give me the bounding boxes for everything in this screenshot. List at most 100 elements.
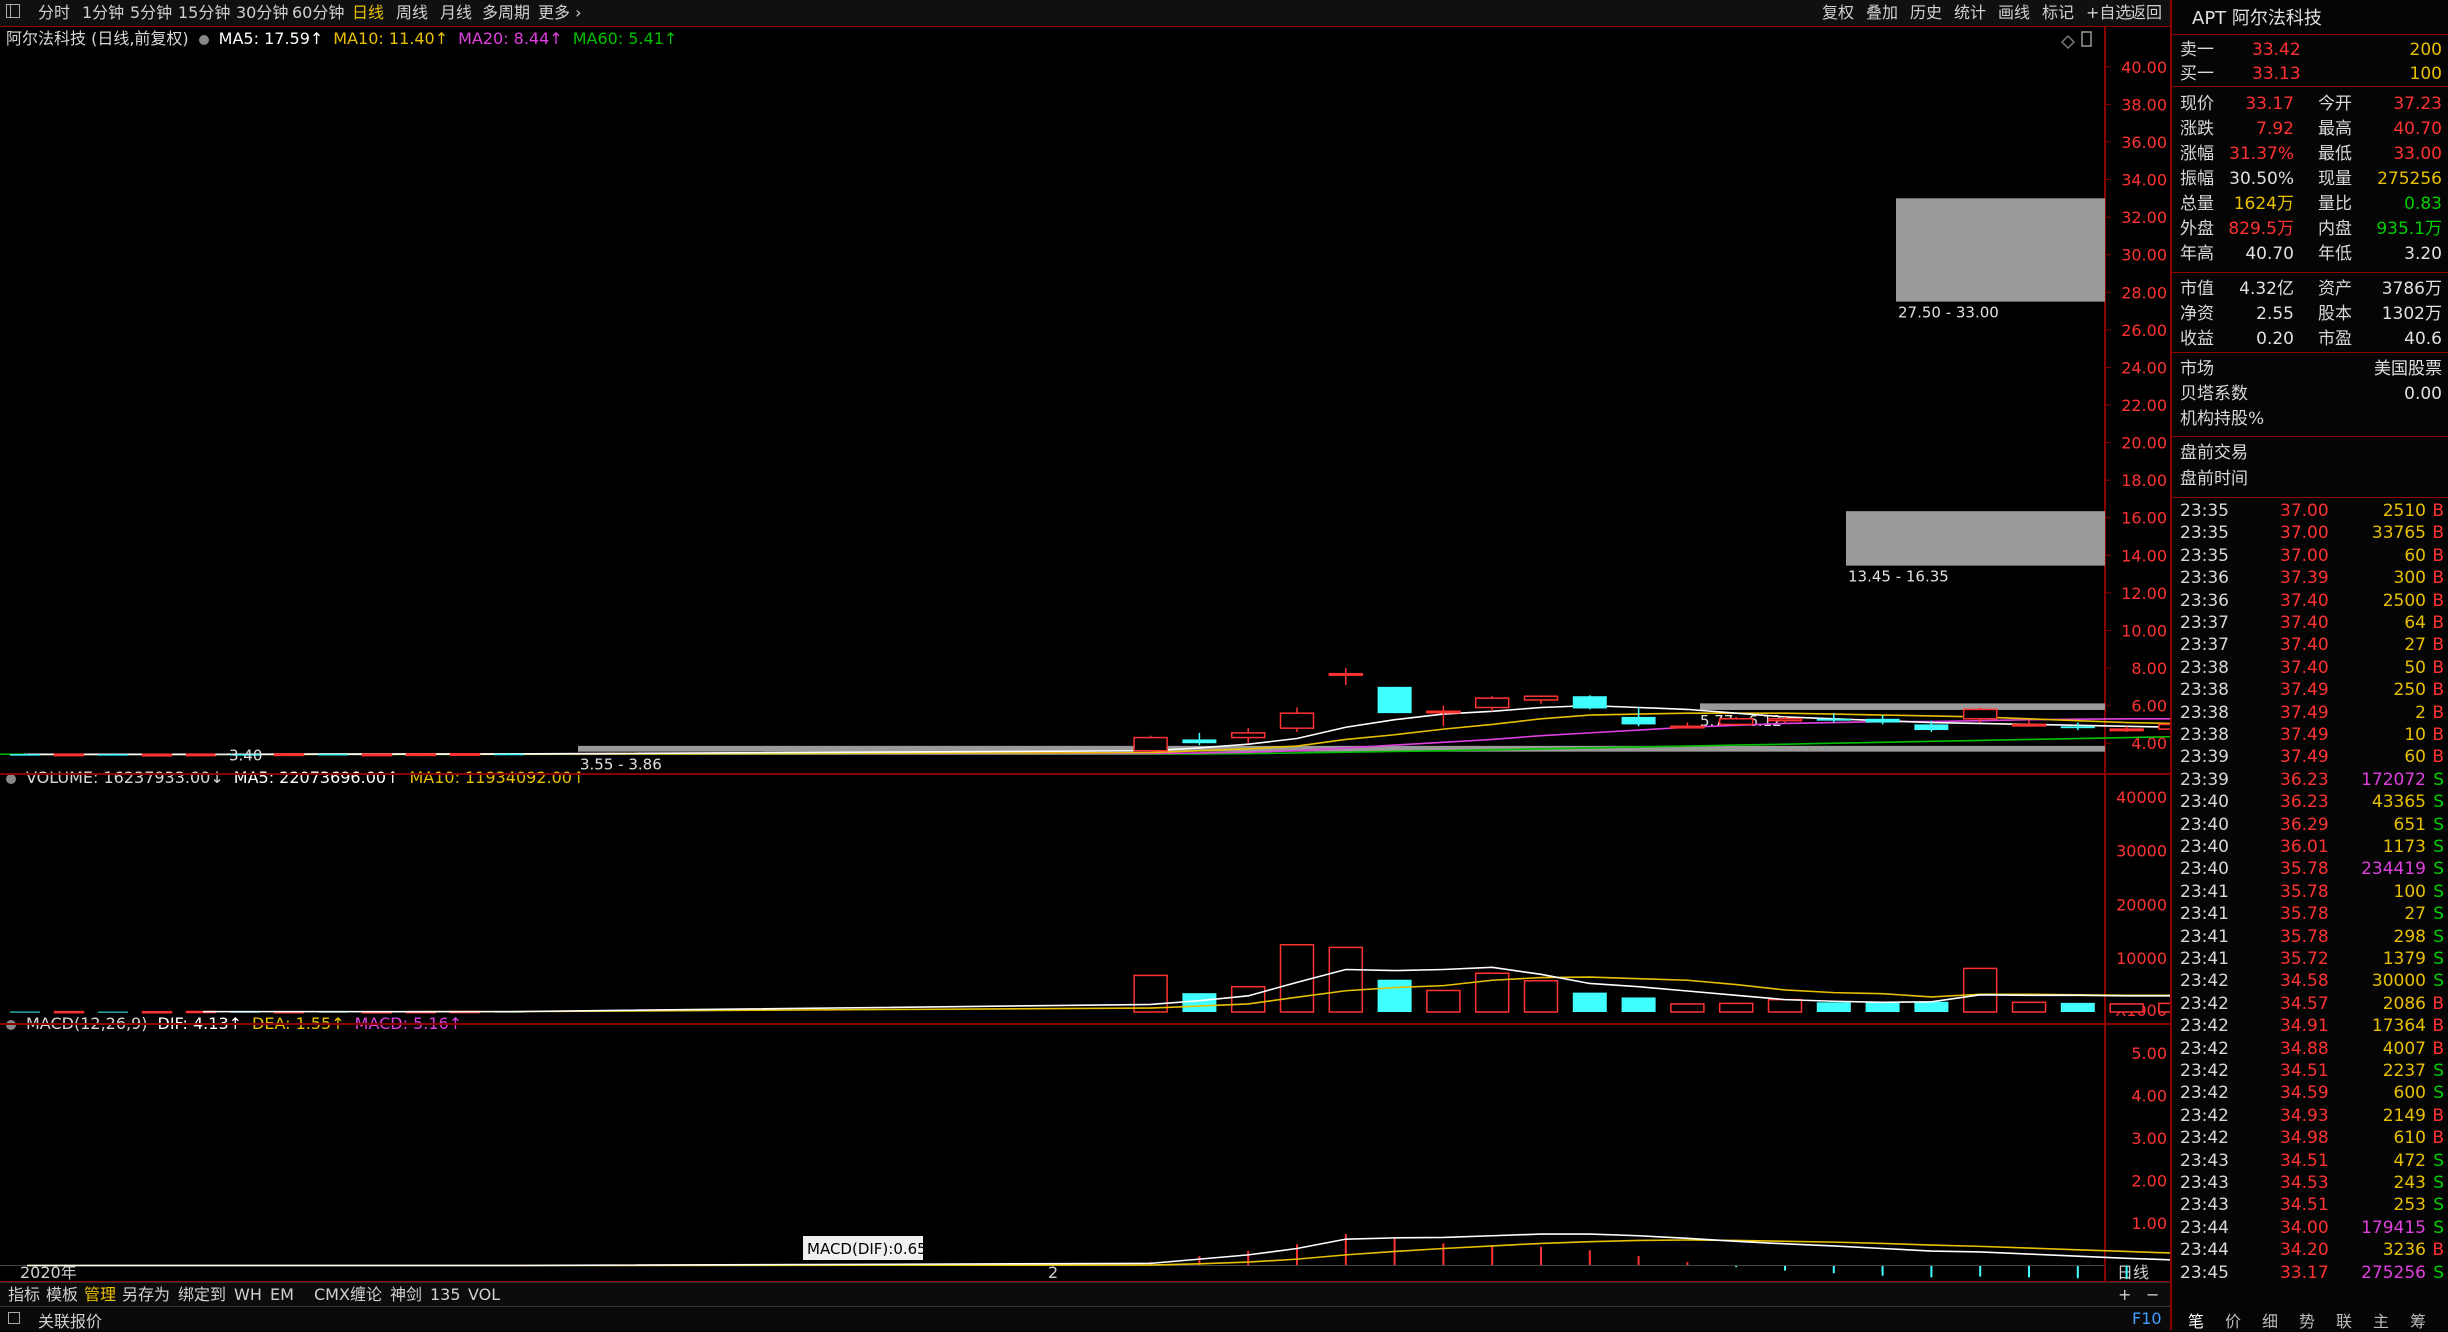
- indicator-tool-button[interactable]: 另存为: [122, 1285, 170, 1305]
- indicator-tool-button[interactable]: 135: [430, 1285, 461, 1305]
- quote-tab[interactable]: 笔: [2188, 1308, 2204, 1332]
- volume-bar[interactable]: [1279, 943, 1315, 1013]
- indicator-tool-button[interactable]: 神剑: [390, 1285, 422, 1305]
- chart-tool-button[interactable]: 统计: [1954, 2, 1986, 24]
- candle-body[interactable]: [1718, 718, 1754, 726]
- candle-body[interactable]: [1474, 697, 1510, 709]
- candle-body[interactable]: [1426, 710, 1461, 714]
- volume-bar[interactable]: [1523, 980, 1559, 1013]
- period-button[interactable]: 日线: [352, 2, 384, 24]
- candle-body[interactable]: [1377, 686, 1412, 714]
- indicator-tool-button[interactable]: WH: [234, 1285, 262, 1305]
- candle-body[interactable]: [405, 753, 437, 757]
- candle-body[interactable]: [1182, 739, 1217, 744]
- period-button[interactable]: 30分钟: [236, 2, 288, 24]
- volume-bar[interactable]: [1718, 1002, 1754, 1013]
- chart-tool-button[interactable]: 标记: [2042, 2, 2074, 24]
- candle-body[interactable]: [98, 754, 128, 756]
- candle-body[interactable]: [1230, 732, 1266, 739]
- candle-body[interactable]: [53, 753, 85, 757]
- period-button[interactable]: 15分钟: [178, 2, 230, 24]
- indicator-tool-button[interactable]: 缠论: [350, 1285, 382, 1305]
- volume-bar[interactable]: [141, 1010, 173, 1014]
- volume-bar[interactable]: [1816, 1002, 1851, 1012]
- candle-body[interactable]: [1523, 695, 1559, 701]
- candle-body[interactable]: [1133, 736, 1168, 752]
- indicator-tool-button[interactable]: 绑定到: [178, 1285, 226, 1305]
- period-button[interactable]: 周线: [396, 2, 428, 24]
- indicator-tool-button[interactable]: CMX: [314, 1285, 350, 1305]
- candle-body[interactable]: [141, 753, 173, 757]
- volume-bar[interactable]: [53, 1010, 85, 1014]
- volume-bar[interactable]: [1133, 974, 1168, 1013]
- indicator-tool-button[interactable]: EM: [270, 1285, 294, 1305]
- zoom-out-icon[interactable]: −: [2146, 1285, 2159, 1305]
- candle-body[interactable]: [1865, 718, 1900, 723]
- candle-body[interactable]: [185, 753, 217, 757]
- quote-tab[interactable]: 细: [2262, 1308, 2278, 1332]
- volume-bar[interactable]: [1962, 967, 1998, 1013]
- chart-tool-button[interactable]: 画线: [1998, 2, 2030, 24]
- quote-tab[interactable]: 主: [2373, 1308, 2389, 1332]
- candle-body[interactable]: [449, 752, 481, 756]
- candle-body[interactable]: [1328, 672, 1364, 676]
- volume-bar[interactable]: [1767, 998, 1803, 1013]
- candle-body[interactable]: [1670, 725, 1705, 729]
- candle-body[interactable]: [318, 753, 348, 756]
- chart-tool-button[interactable]: +自选: [2086, 2, 2131, 24]
- candle-body[interactable]: [361, 753, 393, 757]
- candle-body[interactable]: [2158, 723, 2170, 730]
- volume-bar[interactable]: [1572, 992, 1607, 1012]
- volume-bar[interactable]: [98, 1011, 128, 1013]
- candle-body[interactable]: [1767, 718, 1803, 722]
- period-button[interactable]: 分时: [38, 2, 70, 24]
- volume-bar[interactable]: [1426, 989, 1461, 1013]
- volume-bar[interactable]: [1670, 1003, 1705, 1013]
- f10-button[interactable]: F10: [2132, 1309, 2162, 1328]
- tick-list[interactable]: 23:35 37.00 2510 B 23:35 37.00 33765 B 23:35 37.0…: [2172, 500, 2448, 1284]
- candle-body[interactable]: [2060, 726, 2095, 729]
- candle-body[interactable]: [1279, 712, 1315, 729]
- kline-chart[interactable]: 40.00 38.00 36.00 34.00 32.00 30.00 28.00 26.00…: [0, 26, 2170, 1282]
- period-button[interactable]: 多周期: [482, 2, 530, 24]
- candle-body[interactable]: [1621, 716, 1656, 725]
- panel-icon[interactable]: [2081, 31, 2092, 47]
- period-button[interactable]: 1分钟: [82, 2, 124, 24]
- volume-bar[interactable]: [2011, 1001, 2047, 1013]
- period-button[interactable]: 月线: [440, 2, 472, 24]
- quote-tab[interactable]: 价: [2225, 1308, 2241, 1332]
- window-layout-icon[interactable]: [6, 4, 20, 18]
- indicator-tool-button[interactable]: 管理: [84, 1285, 116, 1305]
- period-button[interactable]: 5分钟: [130, 2, 172, 24]
- indicator-tool-button[interactable]: 模板: [46, 1285, 78, 1305]
- period-button[interactable]: 60分钟: [292, 2, 344, 24]
- volume-bar[interactable]: [2158, 1002, 2170, 1013]
- candle-body[interactable]: [1962, 708, 1998, 720]
- chart-tool-button[interactable]: 历史: [1910, 2, 1942, 24]
- quote-tab[interactable]: 筹: [2410, 1308, 2426, 1332]
- volume-bar[interactable]: [1621, 997, 1656, 1012]
- panel-toggle-icon[interactable]: [8, 1312, 20, 1324]
- period-button[interactable]: 更多 ›: [538, 2, 582, 24]
- candle-body[interactable]: [1816, 718, 1851, 721]
- volume-bar[interactable]: [1182, 993, 1217, 1012]
- indicator-tool-button[interactable]: 指标: [8, 1285, 40, 1305]
- volume-bar[interactable]: [1230, 985, 1266, 1013]
- chart-tool-button[interactable]: 返回: [2130, 2, 2162, 24]
- volume-bar[interactable]: [2109, 1003, 2144, 1013]
- diamond-icon[interactable]: [2060, 34, 2076, 50]
- volume-bar[interactable]: [1377, 979, 1412, 1012]
- volume-bar[interactable]: [2060, 1002, 2095, 1012]
- candle-body[interactable]: [2109, 728, 2144, 732]
- candle-body[interactable]: [273, 753, 305, 757]
- indicator-tool-button[interactable]: VOL: [468, 1285, 500, 1305]
- volume-bar[interactable]: [10, 1011, 40, 1013]
- related-quote-button[interactable]: 关联报价: [38, 1308, 102, 1332]
- quote-tab[interactable]: 势: [2299, 1308, 2315, 1332]
- candle-body[interactable]: [494, 753, 524, 756]
- chart-tool-button[interactable]: 叠加: [1866, 2, 1898, 24]
- chart-tool-button[interactable]: 复权: [1822, 2, 1854, 24]
- zoom-in-icon[interactable]: +: [2118, 1285, 2131, 1305]
- volume-bar[interactable]: [1865, 1001, 1900, 1012]
- volume-bar[interactable]: [1914, 1001, 1949, 1012]
